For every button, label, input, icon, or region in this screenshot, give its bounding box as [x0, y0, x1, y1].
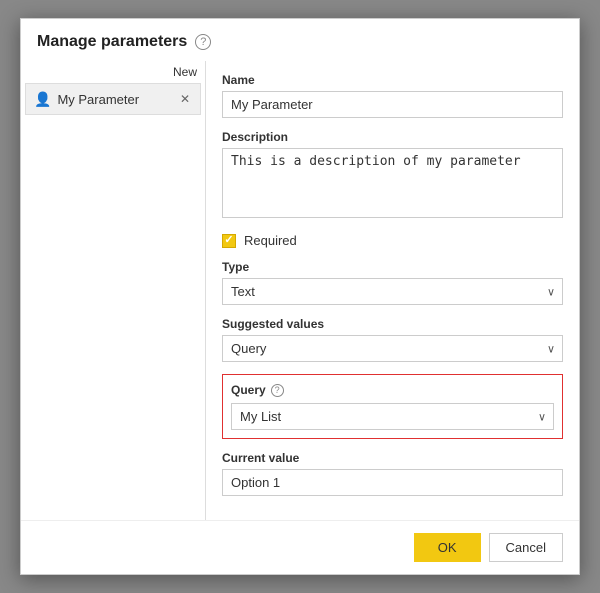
type-select[interactable]: Text	[222, 278, 563, 305]
parameter-item[interactable]: 👤 My Parameter ✕	[25, 83, 201, 115]
type-select-wrapper: Text ∨	[222, 278, 563, 305]
new-label: New	[21, 61, 205, 83]
description-input[interactable]: This is a description of my parameter	[222, 148, 563, 218]
cancel-button[interactable]: Cancel	[489, 533, 563, 562]
dialog-body: New 👤 My Parameter ✕ Name Description Th…	[21, 61, 579, 520]
query-section: Query ? My List ∨	[222, 374, 563, 439]
manage-parameters-dialog: Manage parameters ? New 👤 My Parameter ✕…	[20, 18, 580, 575]
required-checkbox[interactable]	[222, 234, 236, 248]
name-label: Name	[222, 73, 563, 87]
dialog-footer: OK Cancel	[21, 520, 579, 574]
name-field-group: Name	[222, 73, 563, 118]
type-label: Type	[222, 260, 563, 274]
dialog-title: Manage parameters	[37, 33, 187, 51]
current-value-label: Current value	[222, 451, 563, 465]
required-row: Required	[222, 233, 563, 248]
suggested-values-label: Suggested values	[222, 317, 563, 331]
remove-param-icon[interactable]: ✕	[178, 90, 192, 108]
query-select-wrapper: My List ∨	[231, 403, 554, 430]
right-panel: Name Description This is a description o…	[206, 61, 579, 520]
param-item-left: 👤 My Parameter	[34, 91, 139, 108]
name-input[interactable]	[222, 91, 563, 118]
param-icon: 👤	[34, 91, 51, 108]
description-field-group: Description This is a description of my …	[222, 130, 563, 221]
suggested-values-select[interactable]: Query	[222, 335, 563, 362]
ok-button[interactable]: OK	[414, 533, 481, 562]
current-value-field-group: Current value	[222, 451, 563, 496]
query-select[interactable]: My List	[231, 403, 554, 430]
type-field-group: Type Text ∨	[222, 260, 563, 305]
param-name-label: My Parameter	[57, 92, 139, 107]
query-help-icon[interactable]: ?	[271, 384, 284, 397]
current-value-input[interactable]	[222, 469, 563, 496]
query-field-label: Query	[231, 383, 266, 397]
dialog-header: Manage parameters ?	[21, 19, 579, 61]
left-panel: New 👤 My Parameter ✕	[21, 61, 206, 520]
header-help-icon[interactable]: ?	[195, 34, 211, 50]
description-label: Description	[222, 130, 563, 144]
suggested-values-select-wrapper: Query ∨	[222, 335, 563, 362]
suggested-values-field-group: Suggested values Query ∨	[222, 317, 563, 362]
required-label: Required	[244, 233, 297, 248]
query-label-row: Query ?	[231, 383, 554, 397]
